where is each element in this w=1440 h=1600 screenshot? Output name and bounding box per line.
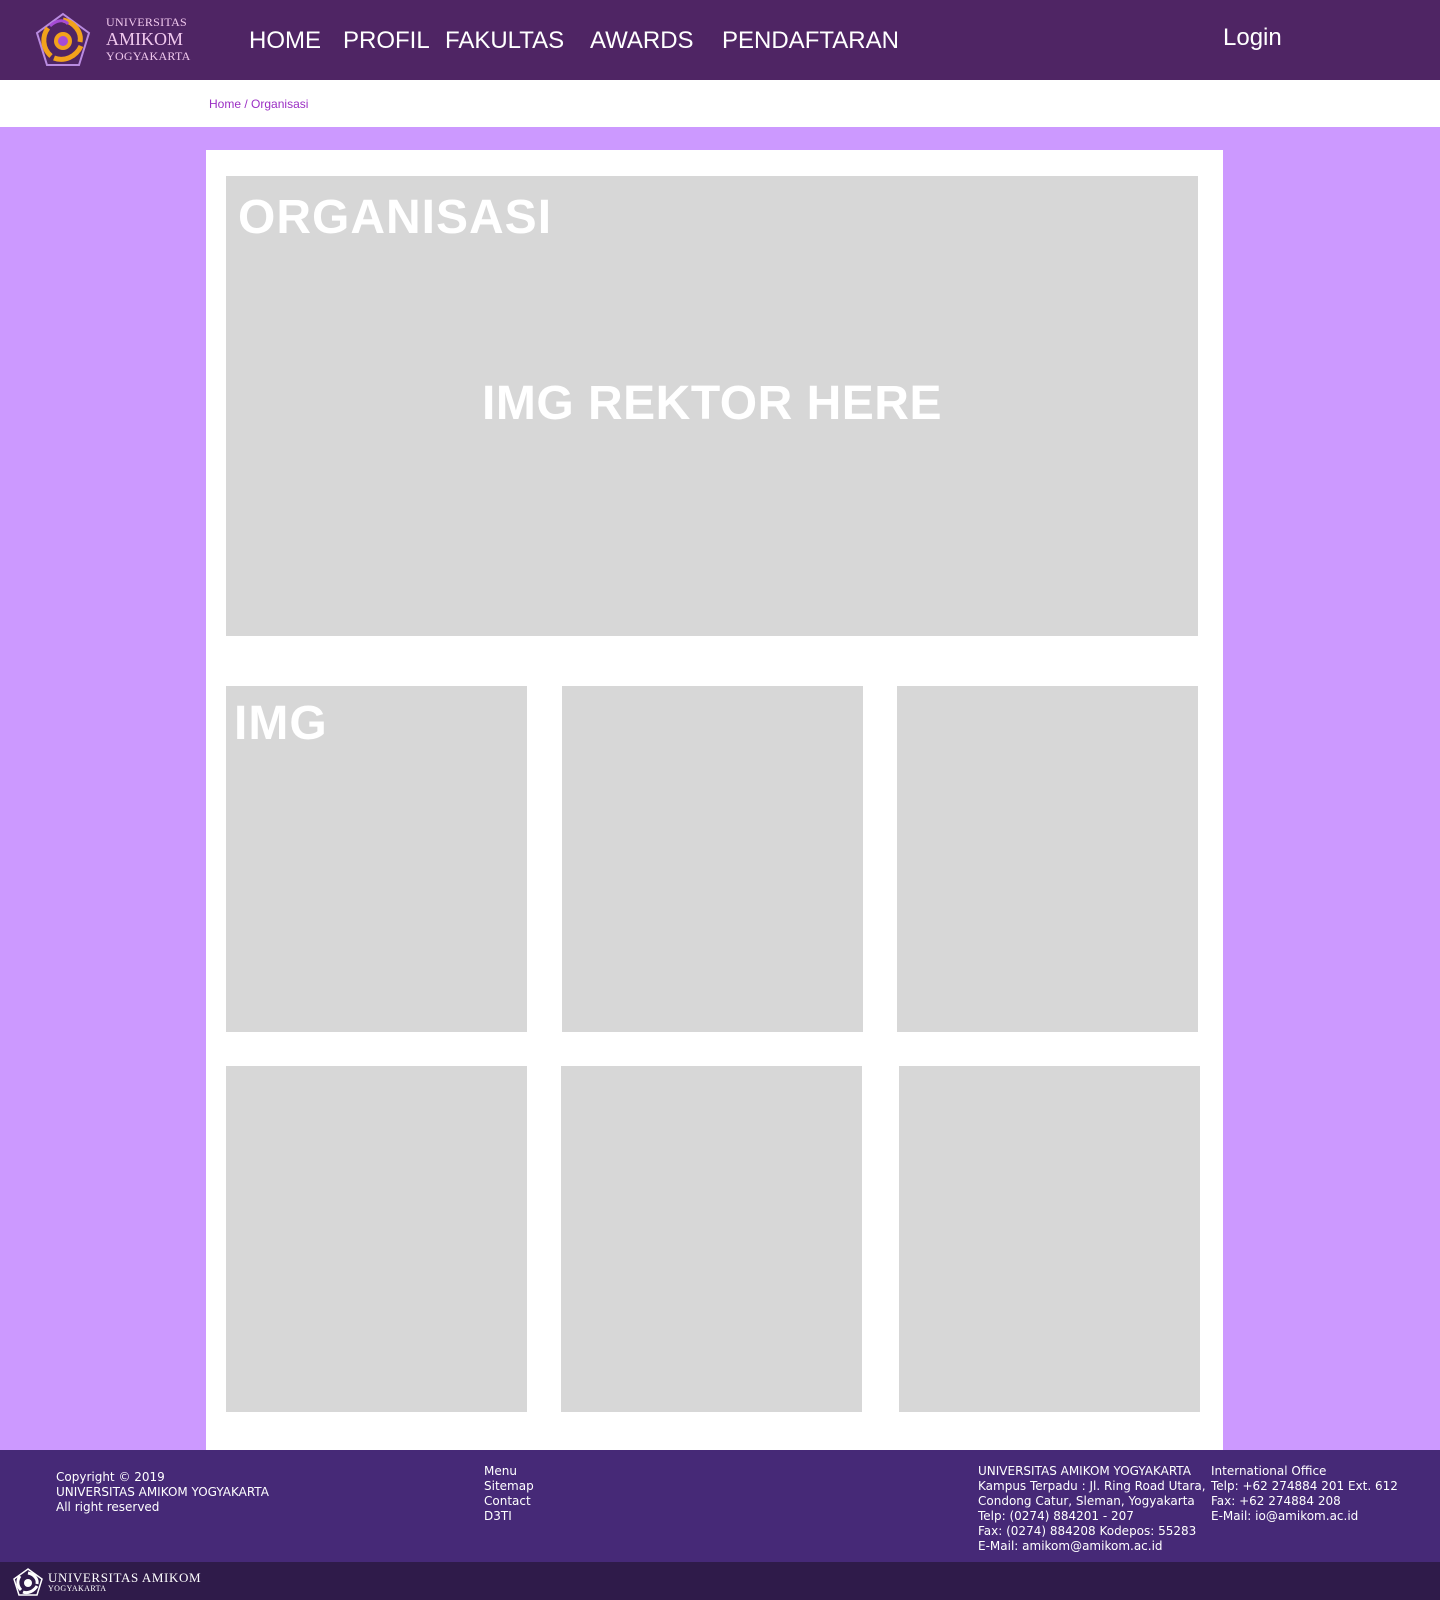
content-card: ORGANISASI IMG REKTOR HERE IMG bbox=[206, 150, 1223, 1450]
footer-international-office: International Office Telp: +62 274884 20… bbox=[1211, 1464, 1398, 1524]
image-tile bbox=[562, 686, 863, 1032]
amikom-logo-white-icon[interactable] bbox=[13, 1568, 43, 1596]
footer-address: UNIVERSITAS AMIKOM YOGYAKARTA Kampus Ter… bbox=[978, 1464, 1206, 1554]
copyright-line-3: All right reserved bbox=[56, 1500, 160, 1514]
image-tile bbox=[226, 1066, 527, 1412]
footer-link-menu[interactable]: Menu bbox=[484, 1464, 534, 1479]
nav-awards[interactable]: AWARDS bbox=[590, 27, 694, 55]
site-footer: Copyright © 2019 UNIVERSITAS AMIKOM YOGY… bbox=[0, 1450, 1440, 1562]
footer-copyright: Copyright © 2019 UNIVERSITAS AMIKOM YOGY… bbox=[56, 1470, 269, 1515]
footer-link-d3ti[interactable]: D3TI bbox=[484, 1509, 534, 1524]
login-link[interactable]: Login bbox=[1223, 24, 1282, 52]
footer-links: Menu Sitemap Contact D3TI bbox=[484, 1464, 534, 1524]
intl-line-3: Fax: +62 274884 208 bbox=[1211, 1494, 1341, 1508]
address-line-6: E-Mail: amikom@amikom.ac.id bbox=[978, 1539, 1163, 1553]
intl-line-4: E-Mail: io@amikom.ac.id bbox=[1211, 1509, 1359, 1523]
address-line-1: UNIVERSITAS AMIKOM YOGYAKARTA bbox=[978, 1464, 1191, 1478]
footer-link-contact[interactable]: Contact bbox=[484, 1494, 534, 1509]
amikom-logo-icon bbox=[35, 12, 91, 66]
page-title: ORGANISASI bbox=[238, 191, 553, 244]
breadcrumb-bar: Home / Organisasi bbox=[0, 80, 1440, 127]
logo-line-3: YOGYAKARTA bbox=[106, 49, 191, 63]
logo-line-2: AMIKOM bbox=[106, 29, 184, 49]
address-line-3: Condong Catur, Sleman, Yogyakarta bbox=[978, 1494, 1195, 1508]
intl-line-2: Telp: +62 274884 201 Ext. 612 bbox=[1211, 1479, 1398, 1493]
logo-wordmark: UNIVERSITAS AMIKOM YOGYAKARTA bbox=[106, 16, 191, 62]
copyright-line-2: UNIVERSITAS AMIKOM YOGYAKARTA bbox=[56, 1485, 269, 1499]
image-tile bbox=[899, 1066, 1200, 1412]
footer-wordmark: UNIVERSITAS AMIKOM YOGYAKARTA bbox=[48, 1571, 201, 1593]
image-tile: IMG bbox=[226, 686, 527, 1032]
image-tile bbox=[561, 1066, 862, 1412]
nav-fakultas[interactable]: FAKULTAS bbox=[445, 27, 564, 55]
image-tile bbox=[897, 686, 1198, 1032]
hero-placeholder-label: IMG REKTOR HERE bbox=[482, 377, 942, 430]
breadcrumb-separator: / bbox=[244, 97, 248, 111]
address-line-4: Telp: (0274) 884201 - 207 bbox=[978, 1509, 1134, 1523]
footer-bottom-bar: UNIVERSITAS AMIKOM YOGYAKARTA bbox=[0, 1562, 1440, 1600]
copyright-line-1: Copyright © 2019 bbox=[56, 1470, 165, 1484]
breadcrumb: Home / Organisasi bbox=[209, 97, 308, 111]
footer-wordmark-line-2: YOGYAKARTA bbox=[48, 1584, 107, 1593]
footer-wordmark-line-1: UNIVERSITAS AMIKOM bbox=[48, 1570, 202, 1585]
logo-line-1: UNIVERSITAS bbox=[106, 15, 188, 29]
nav-pendaftaran[interactable]: PENDAFTARAN bbox=[722, 27, 899, 55]
university-logo[interactable]: UNIVERSITAS AMIKOM YOGYAKARTA bbox=[34, 12, 194, 68]
footer-link-sitemap[interactable]: Sitemap bbox=[484, 1479, 534, 1494]
image-tile-label: IMG bbox=[234, 697, 328, 750]
breadcrumb-home[interactable]: Home bbox=[209, 97, 241, 111]
nav-home[interactable]: HOME bbox=[249, 27, 321, 55]
intl-line-1: International Office bbox=[1211, 1464, 1327, 1478]
breadcrumb-current[interactable]: Organisasi bbox=[251, 97, 308, 111]
address-line-5: Fax: (0274) 884208 Kodepos: 55283 bbox=[978, 1524, 1197, 1538]
site-header: UNIVERSITAS AMIKOM YOGYAKARTA HOME PROFI… bbox=[0, 0, 1440, 80]
hero-image-placeholder: ORGANISASI IMG REKTOR HERE bbox=[226, 176, 1198, 636]
nav-profil[interactable]: PROFIL bbox=[343, 27, 430, 55]
address-line-2: Kampus Terpadu : Jl. Ring Road Utara, bbox=[978, 1479, 1206, 1493]
